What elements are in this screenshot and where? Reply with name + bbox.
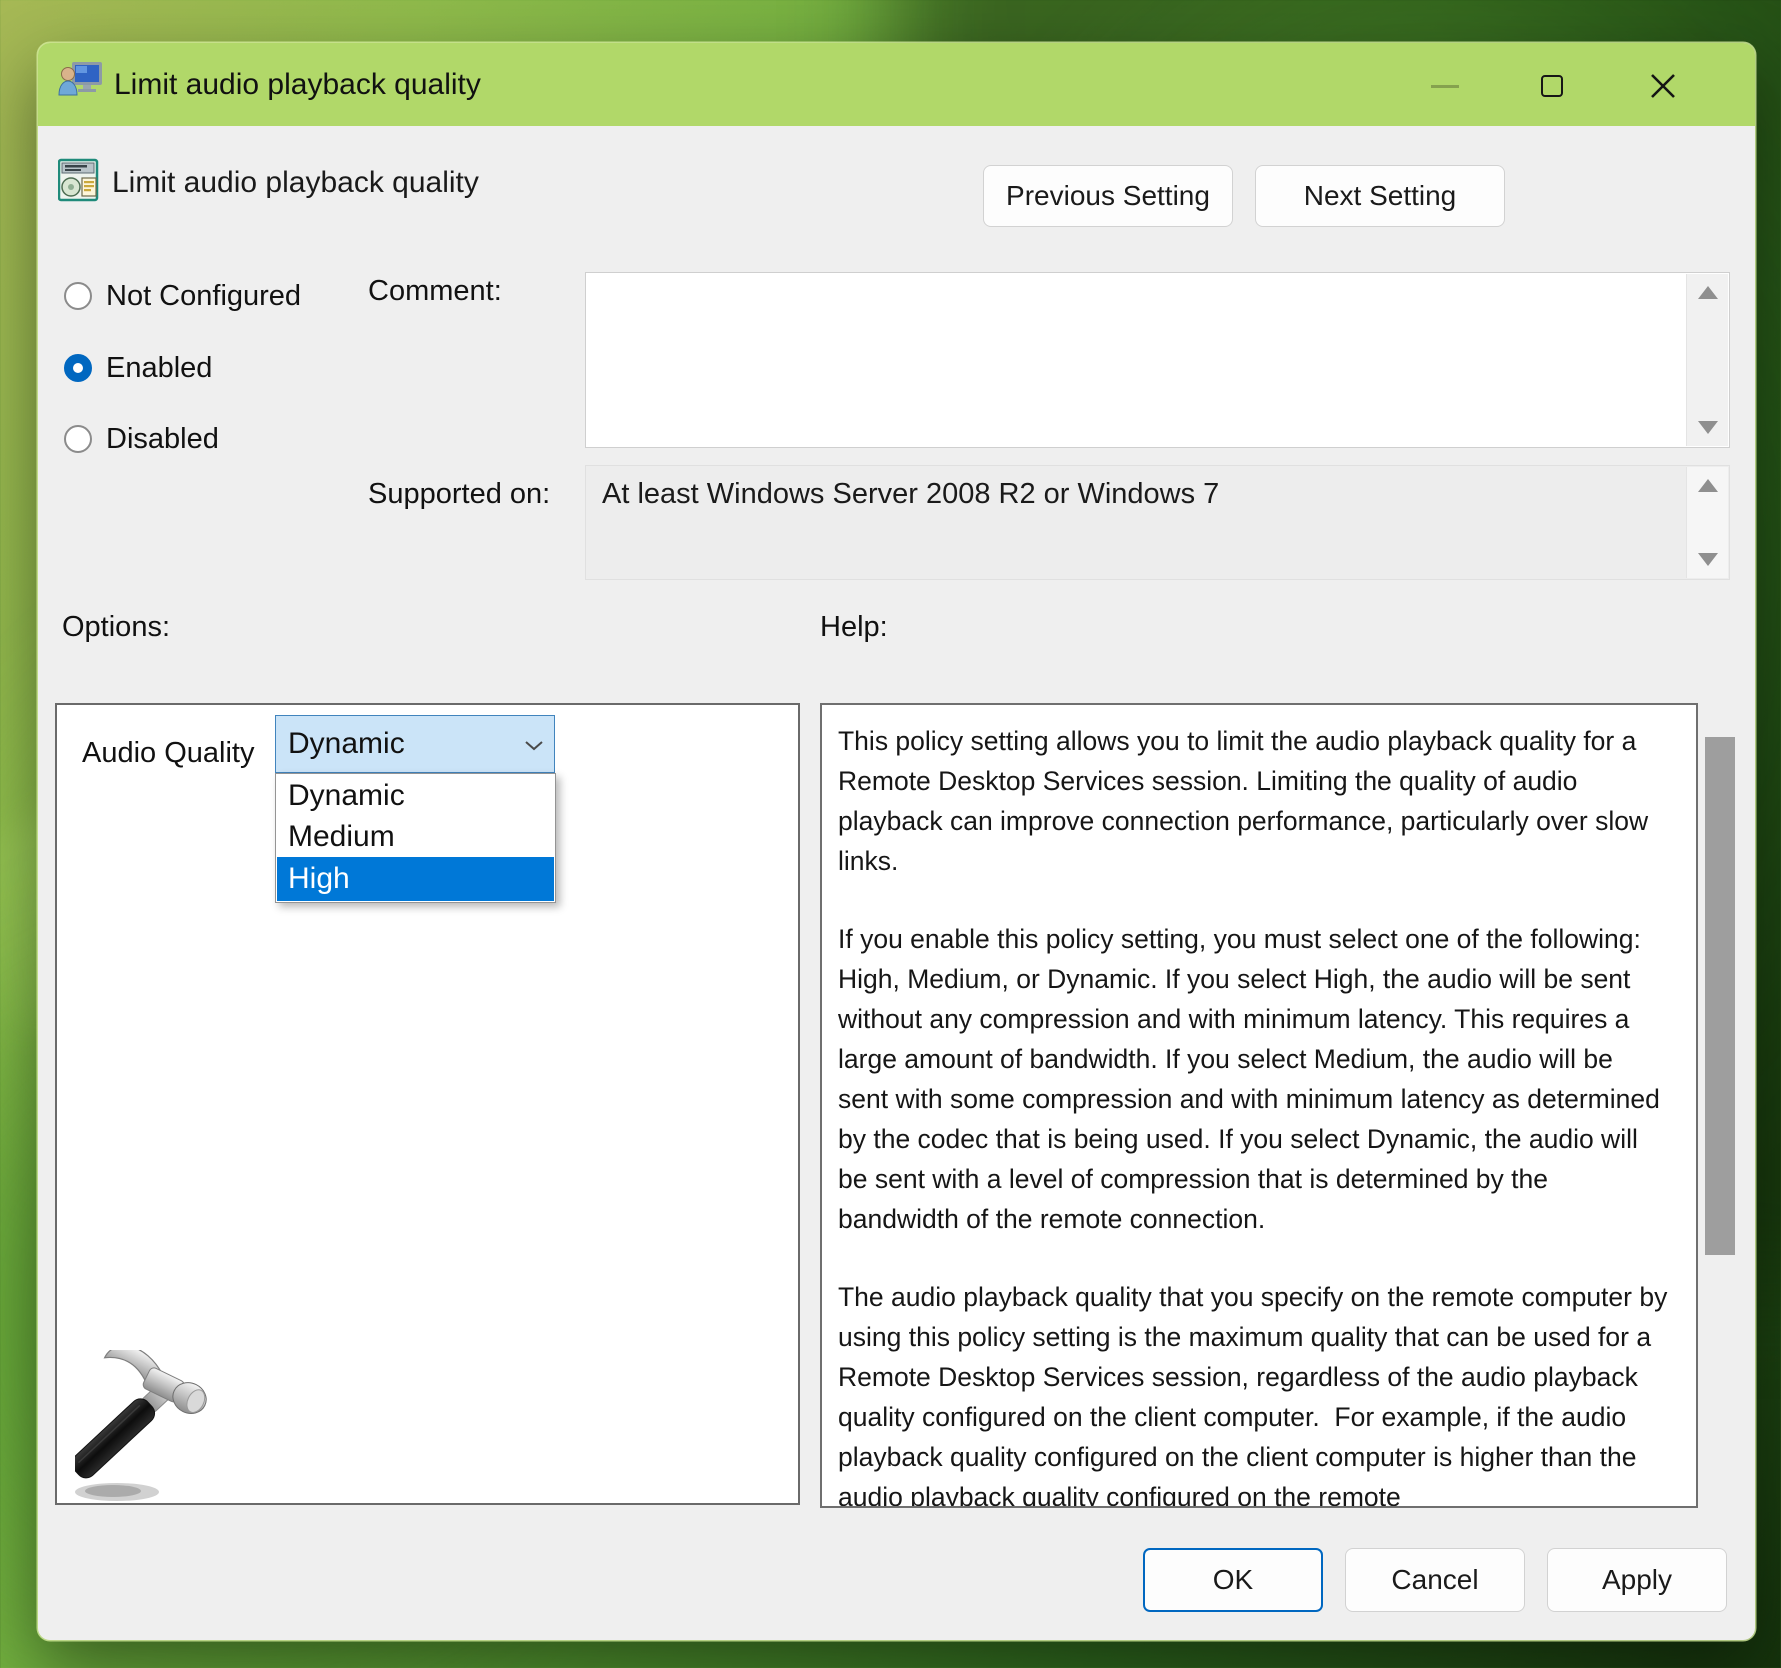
minimize-icon [1431,85,1459,88]
help-paragraph: This policy setting allows you to limit … [838,721,1668,881]
options-panel: Audio Quality Dynamic Dynamic Medium Hig… [55,703,800,1505]
help-section-label: Help: [820,611,888,644]
scroll-down-icon[interactable] [1698,421,1718,434]
radio-label: Enabled [106,352,212,385]
supported-on-field: At least Windows Server 2008 R2 or Windo… [585,465,1730,580]
audio-quality-listbox: Dynamic Medium High [275,773,556,903]
radio-label: Not Configured [106,280,301,313]
title-bar: Limit audio playback quality [38,43,1755,126]
policy-name-heading: Limit audio playback quality [112,166,479,200]
help-paragraph: If you enable this policy setting, you m… [838,919,1668,1239]
radio-disabled[interactable]: Disabled [64,423,219,455]
radio-circle-icon [64,425,92,453]
comment-scrollbar [1686,274,1728,446]
close-icon [1649,72,1677,100]
help-text-panel: This policy setting allows you to limit … [820,703,1698,1508]
maximize-button[interactable] [1528,63,1576,109]
radio-not-configured[interactable]: Not Configured [64,280,301,312]
supported-on-value: At least Windows Server 2008 R2 or Windo… [602,478,1219,511]
scroll-up-icon[interactable] [1698,286,1718,299]
audio-quality-selected-value: Dynamic [288,727,405,761]
next-setting-button[interactable]: Next Setting [1255,165,1505,227]
dropdown-item-dynamic[interactable]: Dynamic [277,775,554,816]
policy-settings-dialog: Limit audio playback quality Limit audio… [38,43,1755,1640]
radio-label: Disabled [106,423,219,456]
radio-circle-icon [64,282,92,310]
ok-button[interactable]: OK [1143,1548,1323,1612]
dropdown-item-high[interactable]: High [277,857,554,901]
comment-label: Comment: [368,275,502,308]
supported-on-label: Supported on: [368,478,550,511]
apply-button[interactable]: Apply [1547,1548,1727,1612]
scroll-down-icon[interactable] [1698,553,1718,566]
dropdown-item-medium[interactable]: Medium [277,816,554,857]
help-paragraph: The audio playback quality that you spec… [838,1277,1668,1508]
radio-enabled[interactable]: Enabled [64,352,212,384]
help-scrollbar-thumb[interactable] [1705,737,1735,1255]
group-policy-user-icon [58,61,104,108]
comment-input[interactable] [585,272,1730,448]
supported-scrollbar [1686,467,1728,578]
policy-template-icon [58,156,100,207]
audio-quality-dropdown[interactable]: Dynamic [275,715,555,773]
hammer-icon [75,1350,210,1510]
window-title: Limit audio playback quality [114,68,481,102]
scroll-up-icon[interactable] [1698,479,1718,492]
maximize-icon [1541,75,1563,97]
previous-setting-button[interactable]: Previous Setting [983,165,1233,227]
chevron-down-icon [524,740,544,751]
minimize-button[interactable] [1421,63,1469,109]
close-button[interactable] [1639,63,1687,109]
cancel-button[interactable]: Cancel [1345,1548,1525,1612]
radio-circle-selected-icon [64,354,92,382]
audio-quality-label: Audio Quality [82,737,255,770]
options-section-label: Options: [62,611,170,644]
